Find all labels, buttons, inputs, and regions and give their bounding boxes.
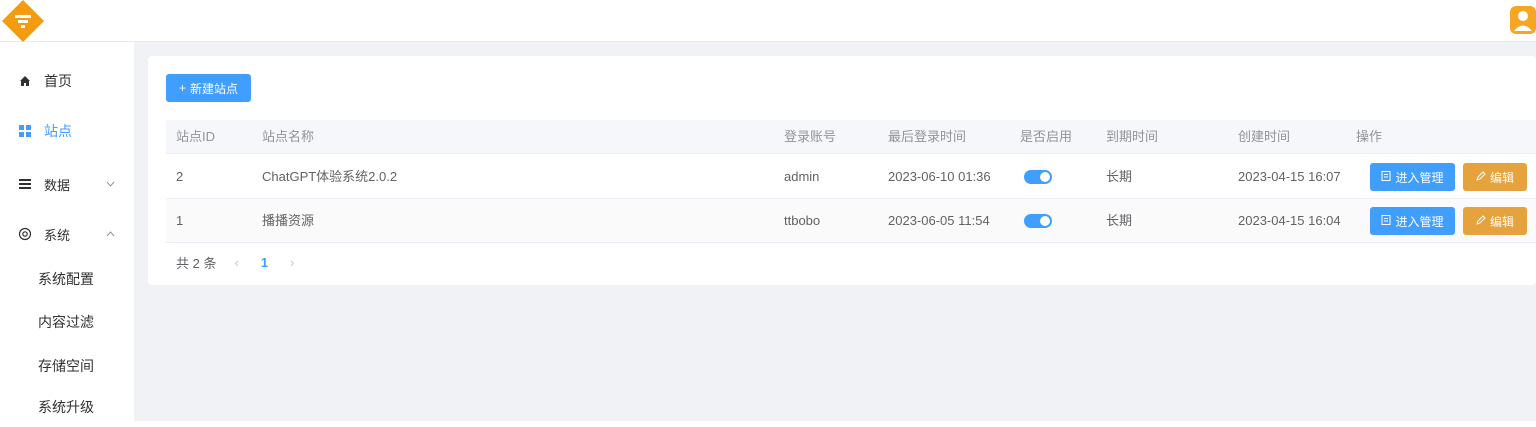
cell-site-name: 播播资源 — [262, 213, 315, 228]
pagination-prev-button[interactable]: ‹ — [234, 255, 238, 270]
enabled-toggle[interactable] — [1024, 170, 1052, 184]
column-header-account: 登录账号 — [784, 129, 837, 144]
new-site-button[interactable]: + 新建站点 — [166, 74, 251, 102]
sidebar-subitem-content-filter[interactable]: 内容过滤 — [38, 302, 94, 342]
enter-manage-label: 进入管理 — [1395, 170, 1444, 185]
edit-button[interactable]: 编辑 — [1463, 207, 1527, 235]
cell-account: admin — [784, 169, 820, 184]
logo-diamond-icon[interactable] — [0, 0, 46, 42]
gear-icon — [18, 227, 32, 241]
pagination-page-1[interactable]: 1 — [261, 255, 268, 270]
sidebar-item-home[interactable]: 首页 — [0, 56, 134, 106]
column-header-expire: 到期时间 — [1106, 129, 1159, 144]
sidebar-item-sites[interactable]: 站点 — [0, 106, 134, 156]
edit-label: 编辑 — [1489, 170, 1514, 185]
document-icon — [1381, 170, 1391, 184]
column-header-last-login: 最后登录时间 — [888, 129, 967, 144]
table-row: 1 播播资源 ttbobo 2023-06-05 11:54 长期 2023-0… — [166, 199, 1536, 243]
column-header-site-id: 站点ID — [176, 129, 216, 144]
sidebar-subitem-system-config[interactable]: 系统配置 — [38, 259, 94, 299]
document-icon — [1381, 214, 1391, 228]
cell-site-name: ChatGPT体验系统2.0.2 — [262, 169, 398, 184]
cell-site-id: 2 — [176, 169, 184, 184]
column-header-enabled: 是否启用 — [1020, 129, 1073, 144]
top-bar — [0, 0, 1536, 42]
sidebar-subitem-storage[interactable]: 存储空间 — [38, 346, 94, 386]
chevron-down-icon — [106, 179, 115, 190]
table-header: 站点ID 站点名称 登录账号 最后登录时间 是否启用 到期时间 创建时间 操作 — [166, 120, 1536, 154]
cell-last-login: 2023-06-05 11:54 — [888, 213, 990, 228]
plus-icon: + — [178, 81, 186, 95]
cell-expire: 长期 — [1106, 213, 1133, 228]
enter-manage-button[interactable]: 进入管理 — [1370, 163, 1455, 191]
enter-manage-button[interactable]: 进入管理 — [1370, 207, 1455, 235]
user-avatar-icon[interactable] — [1508, 4, 1536, 36]
sidebar-item-system[interactable]: 系统 — [0, 209, 134, 259]
pagination-total: 共 2 条 — [176, 255, 217, 271]
pencil-icon — [1476, 170, 1486, 184]
chevron-up-icon — [106, 229, 115, 240]
sidebar-item-data[interactable]: 数据 — [0, 159, 134, 209]
sidebar-item-label: 数据 — [44, 177, 71, 193]
table-row: 2 ChatGPT体验系统2.0.2 admin 2023-06-10 01:3… — [166, 155, 1536, 199]
enabled-toggle[interactable] — [1024, 214, 1052, 228]
sidebar-item-label: 站点 — [44, 123, 72, 139]
cell-created: 2023-04-15 16:07 — [1238, 169, 1341, 184]
sidebar-item-label: 系统 — [44, 227, 71, 243]
column-header-actions: 操作 — [1356, 129, 1383, 144]
cell-expire: 长期 — [1106, 169, 1133, 184]
edit-label: 编辑 — [1489, 214, 1514, 229]
pagination: 共 2 条 ‹ 1 › — [176, 252, 294, 272]
cell-last-login: 2023-06-10 01:36 — [888, 169, 991, 184]
grid-icon — [18, 124, 32, 138]
cell-site-id: 1 — [176, 213, 184, 228]
cell-account: ttbobo — [784, 213, 821, 228]
home-icon — [18, 74, 32, 88]
menu-icon — [18, 177, 32, 191]
sidebar-item-label: 首页 — [44, 73, 72, 89]
pagination-next-button[interactable]: › — [290, 255, 294, 270]
column-header-created: 创建时间 — [1238, 129, 1291, 144]
enter-manage-label: 进入管理 — [1395, 214, 1444, 229]
edit-button[interactable]: 编辑 — [1463, 163, 1527, 191]
pencil-icon — [1476, 214, 1486, 228]
column-header-site-name: 站点名称 — [262, 129, 315, 144]
sidebar-subitem-upgrade[interactable]: 系统升级 — [38, 387, 94, 427]
cell-created: 2023-04-15 16:04 — [1238, 213, 1341, 228]
new-site-label: 新建站点 — [190, 81, 239, 96]
